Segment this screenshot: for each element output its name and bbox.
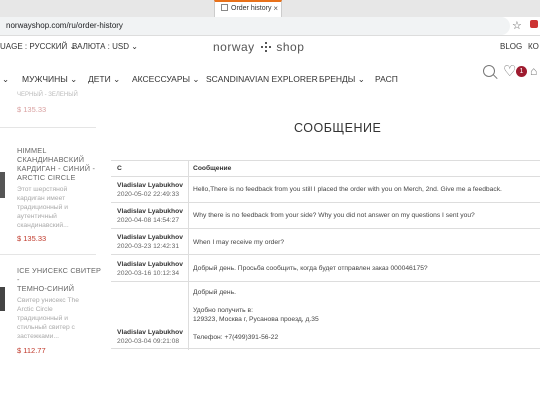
url-field[interactable]: norwayshop.com/ru/order-history — [0, 17, 510, 35]
message-sender: Vladislav Lyabukhov — [117, 329, 183, 336]
product-title-line[interactable]: ARCTIC CIRCLE — [17, 173, 95, 182]
product-title-line[interactable]: КАРДИГАН - СИНИЙ - — [17, 164, 95, 173]
blog-link[interactable]: BLOG — [500, 42, 522, 51]
browser-tab[interactable]: Order history × — [214, 0, 282, 17]
product-desc-line: стильный свитер с — [17, 324, 75, 331]
product-desc-line: традиционный и — [17, 315, 68, 322]
product-desc-line: Arctic Circle — [17, 306, 53, 313]
product-desc-line: застежками... — [17, 333, 59, 340]
message-date: 2020-03-23 12:42:31 — [117, 243, 180, 250]
table-row-divider — [111, 228, 540, 229]
table-row-divider — [111, 281, 540, 282]
nav-item-men[interactable]: МУЖЧИНЫ ⌄ — [22, 74, 77, 85]
contacts-link[interactable]: КО — [528, 42, 539, 51]
table-row-divider — [111, 202, 540, 203]
message-date: 2020-05-02 22:49:33 — [117, 191, 180, 198]
logo-text-left: norway — [213, 40, 255, 54]
message-text: Hello,There is no feedback from you stil… — [193, 186, 502, 193]
message-sender: Vladislav Lyabukhov — [117, 208, 183, 215]
extension-icon[interactable] — [530, 20, 538, 28]
message-date: 2020-03-16 10:12:34 — [117, 270, 180, 277]
product-desc-line: традиционный и — [17, 204, 68, 211]
product-card[interactable]: ICE УНИСЕКС СВИТЕР - ТЕМНО-СИНИЙ Свитер … — [17, 266, 103, 355]
message-sender: Vladislav Lyabukhov — [117, 234, 183, 241]
product-desc-line: кардиган имеет — [17, 195, 66, 202]
divider — [0, 127, 96, 128]
cart-count-badge: 1 — [516, 66, 527, 77]
product-desc-line: Этот шерстяной — [17, 186, 68, 193]
column-header-message: Сообщение — [193, 165, 232, 172]
product-card[interactable]: HIMMEL СКАНДИНАВСКИЙ КАРДИГАН - СИНИЙ - … — [17, 146, 95, 243]
product-desc-line: аутентичный — [17, 213, 57, 220]
table-column-divider — [188, 160, 189, 350]
tab-close-icon[interactable]: × — [273, 2, 278, 16]
nav-item-accessories[interactable]: АКСЕССУАРЫ ⌄ — [132, 74, 200, 85]
message-text: Why there is no feedback from your side?… — [193, 212, 475, 219]
product-title-line[interactable]: ТЕМНО-СИНИЙ — [17, 284, 103, 293]
product-sidebar: ЧЕРНЫЙ - ЗЕЛЕНЫЙ $ 135.33 HIMMEL СКАНДИН… — [0, 92, 103, 404]
address-bar: norwayshop.com/ru/order-history ☆ — [0, 17, 540, 36]
tab-title: Order history — [231, 5, 272, 12]
message-text: When I may receive my order? — [193, 239, 285, 246]
product-desc-line: скандинавский... — [17, 222, 69, 229]
page-favicon-icon — [221, 4, 228, 11]
nav-item-scandinavian-explorer[interactable]: SCANDINAVIAN EXPLORER — [206, 74, 318, 84]
main-nav: ⌄ МУЖЧИНЫ ⌄ ДЕТИ ⌄ АКСЕССУАРЫ ⌄ SCANDINA… — [0, 66, 540, 92]
product-price: $ 135.33 — [17, 234, 47, 243]
message-text-line: Добрый день. — [193, 289, 236, 296]
product-thumbnail[interactable] — [0, 287, 5, 311]
product-title-line[interactable]: ICE УНИСЕКС СВИТЕР - — [17, 266, 103, 284]
table-row-divider — [111, 348, 540, 349]
product-title-line[interactable]: СКАНДИНАВСКИЙ — [17, 155, 95, 164]
message-date: 2020-04-08 14:54:27 — [117, 217, 180, 224]
column-header-sender: С — [117, 165, 122, 172]
cart-icon[interactable]: ⌂ — [530, 64, 537, 78]
table-row-divider — [111, 176, 540, 177]
page-title: СООБЩЕНИЕ — [294, 121, 382, 135]
message-text: Добрый день. Просьба сообщить, когда буд… — [193, 265, 428, 272]
product-thumbnail[interactable] — [0, 172, 5, 198]
message-text-line: 129323, Москва г, Русанова проезд, д.35 — [193, 316, 319, 323]
logo-text-right: shop — [276, 40, 305, 54]
table-border-top — [111, 160, 540, 161]
message-text-line: Удобно получить в: — [193, 307, 253, 314]
language-selector[interactable]: UAGE : РУССКИЙ ⌄ — [0, 42, 76, 51]
site-topbar: UAGE : РУССКИЙ ⌄ ВАЛЮТА : USD ⌄ norway s… — [0, 36, 540, 58]
table-row-divider — [111, 254, 540, 255]
logo-cross-icon — [260, 42, 271, 52]
faded-product-price: $ 135.33 — [17, 105, 47, 114]
currency-selector[interactable]: ВАЛЮТА : USD ⌄ — [72, 42, 138, 51]
message-sender: Vladislav Lyabukhov — [117, 182, 183, 189]
product-desc-line: Свитер унисекс The — [17, 297, 79, 304]
nav-item-kids[interactable]: ДЕТИ ⌄ — [88, 74, 120, 85]
bookmark-star-icon[interactable]: ☆ — [512, 19, 522, 32]
message-date: 2020-03-04 09:21:08 — [117, 338, 180, 345]
site-logo[interactable]: norway shop — [213, 40, 304, 54]
nav-item-sale[interactable]: РАСП — [375, 74, 398, 84]
faded-product-title: ЧЕРНЫЙ - ЗЕЛЕНЫЙ — [17, 92, 78, 98]
product-title-line[interactable]: HIMMEL — [17, 146, 95, 155]
nav-item-brands[interactable]: БРЕНДЫ ⌄ — [319, 74, 365, 85]
product-price: $ 112.77 — [17, 346, 46, 355]
divider — [0, 254, 96, 255]
message-sender: Vladislav Lyabukhov — [117, 261, 183, 268]
wishlist-heart-icon[interactable]: ♡ — [503, 62, 516, 80]
message-text-line: Телефон: +7(499)391-56-22 — [193, 334, 279, 341]
nav-arrow-icon[interactable]: ⌄ — [2, 74, 9, 85]
